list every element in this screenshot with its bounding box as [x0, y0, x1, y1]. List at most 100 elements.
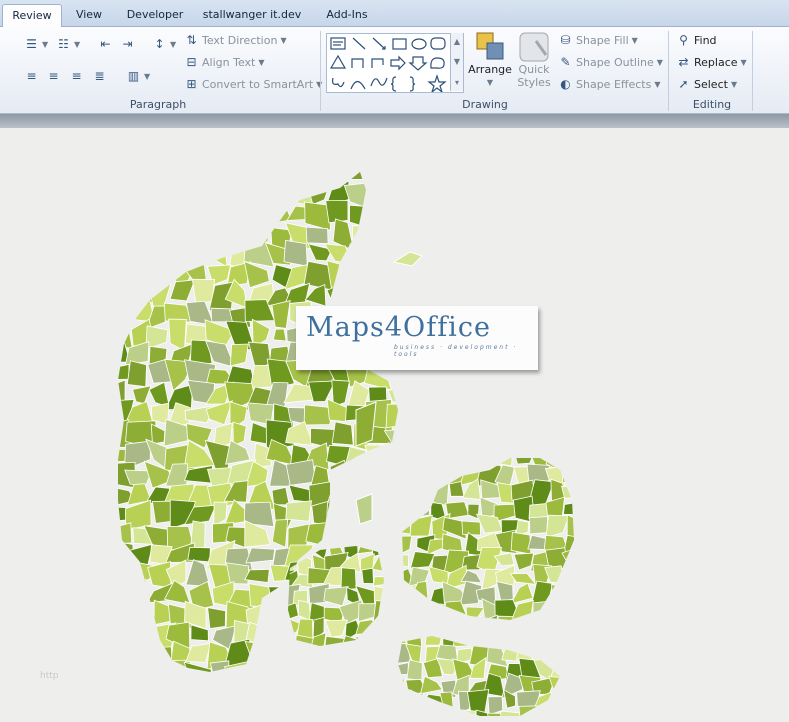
municipality-cell	[565, 580, 574, 604]
municipality-cell	[383, 603, 398, 629]
municipality-cell	[207, 607, 226, 629]
municipality-cell	[420, 675, 443, 695]
municipality-cell	[549, 706, 560, 716]
municipality-cell	[271, 486, 290, 506]
municipality-cell	[461, 520, 481, 536]
municipality-cell	[165, 172, 192, 185]
municipality-cell	[329, 459, 354, 492]
municipality-cell	[369, 172, 387, 183]
municipality-cell	[389, 461, 398, 488]
municipality-cell	[465, 615, 487, 620]
municipality-cell	[287, 639, 313, 661]
municipality-cell	[246, 172, 275, 189]
municipality-cell	[408, 617, 428, 620]
municipality-cell	[126, 360, 147, 388]
municipality-cell	[118, 205, 128, 228]
municipality-cell	[268, 180, 294, 207]
municipality-cell	[402, 535, 413, 556]
municipality-cell	[234, 218, 247, 244]
municipality-cell	[372, 576, 384, 587]
municipality-cell	[127, 598, 148, 630]
municipality-cell	[124, 182, 148, 211]
municipality-cell	[361, 567, 374, 585]
municipality-cell	[271, 300, 291, 329]
municipality-cell	[511, 619, 535, 620]
municipality-cell	[349, 204, 376, 229]
municipality-cell	[497, 615, 514, 620]
municipality-cell	[369, 225, 397, 245]
municipality-cell	[184, 247, 217, 268]
municipality-cell	[385, 221, 398, 243]
municipality-cell	[324, 649, 354, 666]
municipality-cell	[411, 458, 436, 473]
municipality-cell	[349, 523, 376, 544]
municipality-cell	[383, 428, 398, 450]
municipality-cell	[168, 318, 187, 352]
municipality-cell	[408, 467, 434, 487]
municipality-cell	[208, 179, 237, 209]
municipality-cell	[285, 459, 317, 486]
municipality-cell	[528, 615, 555, 620]
municipality-cell	[544, 598, 570, 620]
municipality-cell	[126, 172, 154, 188]
municipality-cell	[244, 659, 273, 672]
municipality-cell	[398, 678, 406, 694]
municipality-cell	[325, 501, 356, 528]
municipality-cell	[365, 661, 395, 672]
municipality-cell	[391, 281, 398, 309]
municipality-cell	[130, 618, 154, 650]
municipality-cell	[364, 264, 397, 291]
samso-island	[355, 493, 373, 525]
municipality-cell	[118, 178, 134, 205]
municipality-cell	[118, 561, 137, 589]
municipality-cell	[187, 546, 211, 563]
municipality-cell	[398, 689, 413, 715]
municipality-cell	[245, 547, 276, 564]
municipality-cell	[266, 172, 296, 190]
municipality-cell	[386, 580, 398, 610]
municipality-cell	[307, 660, 330, 672]
municipality-cell	[402, 599, 415, 619]
municipality-cell	[552, 636, 560, 647]
municipality-cell	[354, 636, 377, 646]
municipality-cell	[560, 458, 574, 469]
municipality-cell	[207, 201, 231, 227]
municipality-cell	[283, 239, 308, 267]
municipality-cell	[346, 258, 372, 288]
municipality-cell	[326, 482, 354, 508]
municipality-cell	[392, 206, 398, 226]
municipality-cell	[169, 279, 196, 302]
municipality-cell	[326, 662, 355, 672]
municipality-cell	[184, 172, 209, 191]
municipality-cell	[125, 578, 147, 608]
municipality-cell	[372, 246, 397, 262]
municipality-cell	[409, 551, 436, 569]
municipality-cell	[228, 178, 254, 208]
municipality-cell	[561, 485, 574, 499]
municipality-cell	[442, 458, 467, 473]
municipality-cell	[225, 562, 250, 585]
municipality-cell	[288, 602, 299, 623]
municipality-cell	[404, 705, 430, 716]
municipality-cell	[307, 380, 336, 403]
municipality-cell	[284, 180, 316, 207]
municipality-cell	[364, 645, 389, 670]
municipality-cell	[331, 421, 354, 446]
municipality-cell	[132, 385, 152, 405]
municipality-cell	[364, 444, 397, 470]
municipality-cell	[402, 554, 410, 568]
municipality-cell	[372, 600, 384, 625]
municipality-cell	[410, 497, 430, 518]
municipality-cell	[164, 184, 196, 212]
municipality-cell	[421, 707, 444, 716]
municipality-cell	[364, 189, 395, 205]
municipality-cell	[123, 226, 154, 250]
logo-wordmark: Maps4Office	[306, 312, 491, 343]
municipality-cell	[545, 514, 570, 538]
municipality-cell	[344, 172, 368, 180]
municipality-cell	[285, 658, 314, 672]
municipality-cell	[118, 659, 129, 672]
municipality-cell	[385, 181, 398, 211]
municipality-cell	[440, 707, 456, 716]
municipality-cell	[563, 500, 574, 516]
